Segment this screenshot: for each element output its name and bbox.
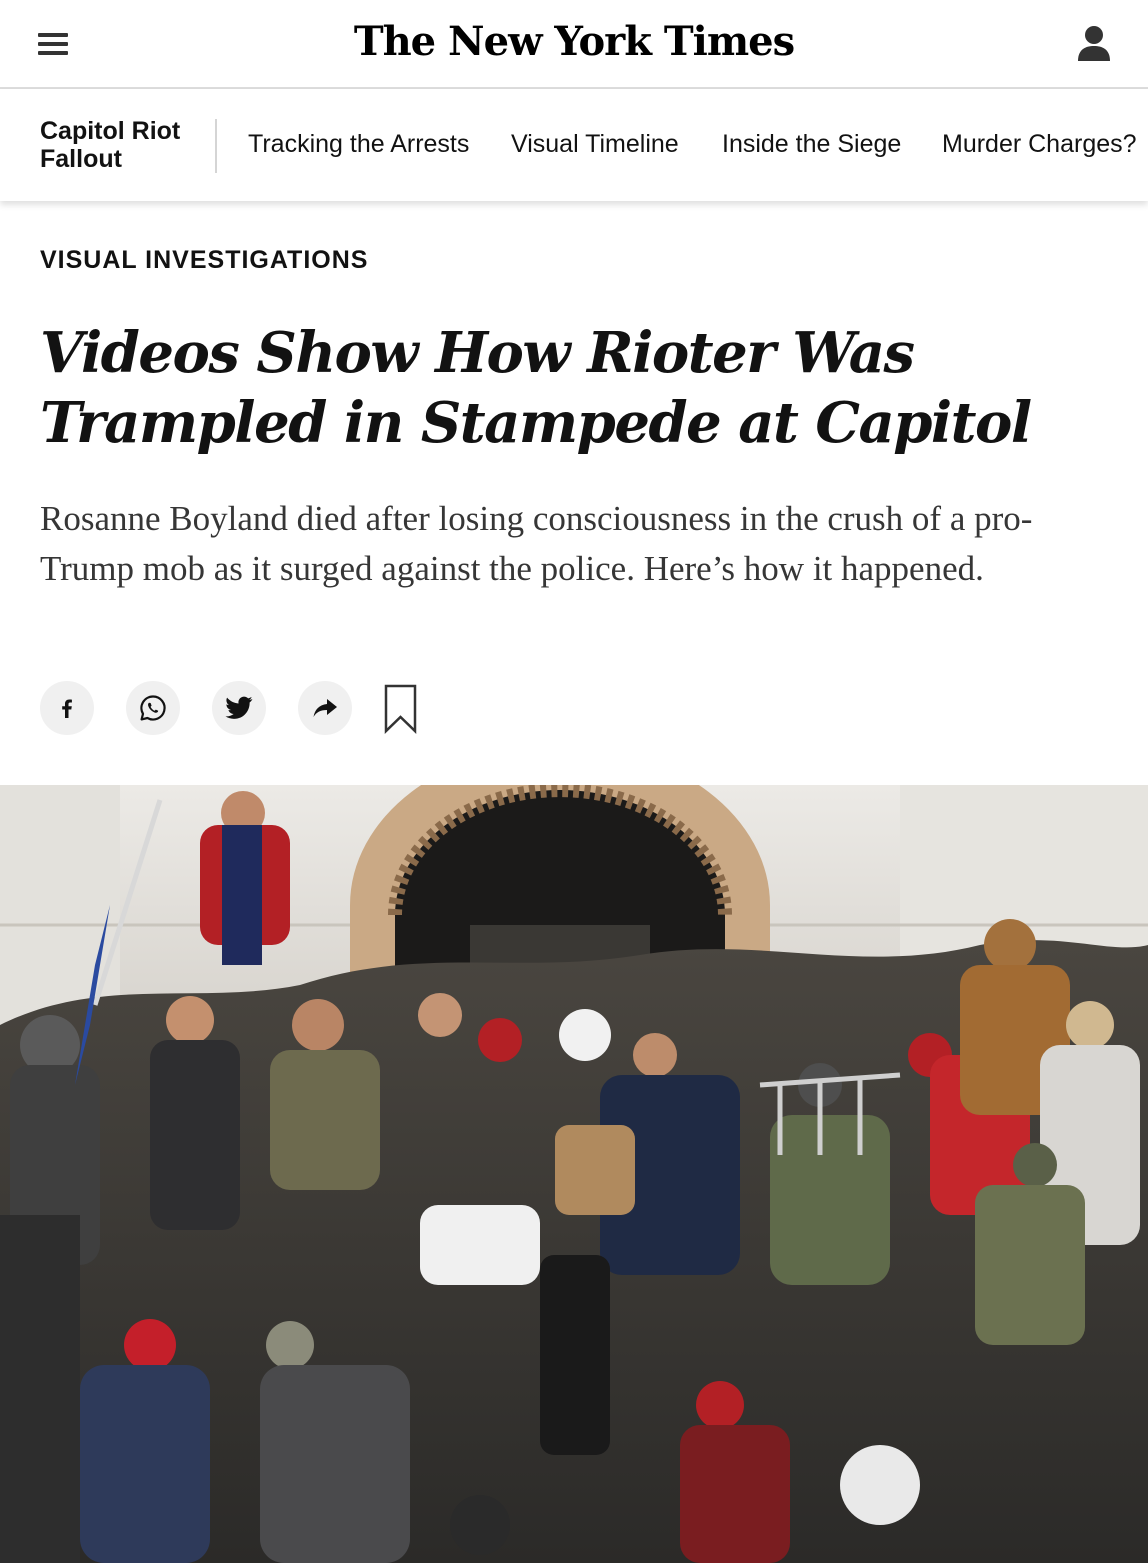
nav-link-visual-timeline[interactable]: Visual Timeline [511, 130, 679, 159]
whatsapp-icon [140, 695, 166, 721]
facebook-icon [62, 699, 72, 718]
share-more-button[interactable] [298, 681, 352, 735]
top-bar: The New York Times [0, 0, 1148, 89]
user-account-icon[interactable] [1076, 24, 1112, 62]
twitter-icon [225, 696, 253, 719]
article-kicker[interactable]: VISUAL INVESTIGATIONS [40, 246, 368, 275]
article-summary: Rosanne Boyland died after losing consci… [40, 499, 1033, 588]
section-subnav: Capitol Riot Fallout Tracking the Arrest… [0, 89, 1148, 201]
whatsapp-share-button[interactable] [126, 681, 180, 735]
subnav-divider [215, 119, 217, 173]
article-headline: Videos Show How Rioter Was Trampled in S… [40, 320, 1032, 456]
lead-photo [0, 785, 1148, 1563]
section-title-link[interactable]: Capitol Riot Fallout [40, 117, 180, 173]
facebook-share-button[interactable] [40, 681, 94, 735]
twitter-share-button[interactable] [212, 681, 266, 735]
nav-link-tracking-arrests[interactable]: Tracking the Arrests [248, 130, 469, 159]
nav-link-inside-siege[interactable]: Inside the Siege [722, 130, 901, 159]
share-arrow-icon [313, 699, 337, 717]
bookmark-icon[interactable] [384, 684, 418, 734]
capitol-crowd-photo-illustration [0, 785, 1148, 1563]
masthead-logo[interactable]: The New York Times [0, 18, 1148, 65]
nav-link-murder-charges[interactable]: Murder Charges? [942, 130, 1137, 159]
